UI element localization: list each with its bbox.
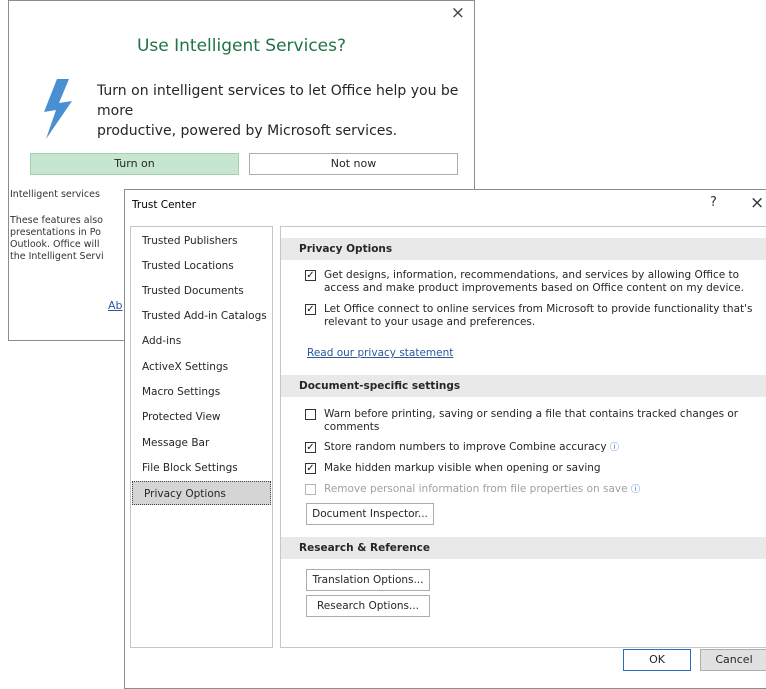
checkbox[interactable]: ✓ [305,463,316,474]
research-reference-header: Research & Reference [281,537,766,559]
features-line: These features also [10,215,103,226]
checkbox[interactable]: ✓ [305,442,316,453]
turn-on-button[interactable]: Turn on [30,153,239,175]
sidebar-item-trusted-documents[interactable]: Trusted Documents [131,279,272,303]
help-icon[interactable]: ? [710,195,717,210]
cancel-button[interactable]: Cancel [700,649,766,671]
info-icon[interactable]: ⓘ [610,443,619,453]
dialog-lead-text: Turn on intelligent services to let Offi… [97,83,459,139]
lightning-bolt-icon [44,79,72,139]
dialog-title: Use Intelligent Services? [136,36,347,56]
ok-button[interactable]: OK [623,649,691,671]
checkbox[interactable] [305,409,316,420]
presentations-line: presentations in Po [10,227,101,238]
sidebar-item-trusted-publishers[interactable]: Trusted Publishers [131,229,272,253]
sidebar-item-add-ins[interactable]: Add-ins [131,329,272,353]
sidebar-item-message-bar[interactable]: Message Bar [131,431,272,455]
sidebar-item-protected-view[interactable]: Protected View [131,405,272,429]
close-icon[interactable]: × [451,3,465,23]
document-settings-header: Document-specific settings [281,375,766,397]
sidebar-item-file-block-settings[interactable]: File Block Settings [131,456,272,480]
intelligent-line: the Intelligent Servi [10,251,104,262]
privacy-options-header: Privacy Options [281,238,766,260]
sidebar-item-privacy-options[interactable]: Privacy Options [132,481,271,505]
checkbox [305,484,316,495]
privacy-statement-link[interactable]: Read our privacy statement [307,347,453,359]
sidebar-nav: Trusted Publishers Trusted Locations Tru… [130,226,273,648]
document-inspector-button[interactable]: Document Inspector... [306,503,434,525]
sidebar-item-trusted-add-in-catalogs[interactable]: Trusted Add-in Catalogs [131,304,272,328]
about-link[interactable]: Ab [108,299,123,312]
outlook-line: Outlook. Office will [10,239,100,250]
close-icon[interactable]: × [750,193,764,213]
not-now-button[interactable]: Not now [249,153,458,175]
dialog-title: Trust Center [132,199,197,211]
trust-center-dialog: Trust Center ? × Trusted Publishers Trus… [124,189,766,689]
sidebar-item-trusted-locations[interactable]: Trusted Locations [131,254,272,278]
services-description: Intelligent services [10,189,100,200]
research-options-button[interactable]: Research Options... [306,595,430,617]
info-icon[interactable]: ⓘ [631,485,640,495]
checkbox[interactable]: ✓ [305,304,316,315]
checkbox[interactable]: ✓ [305,270,316,281]
sidebar-item-macro-settings[interactable]: Macro Settings [131,380,272,404]
translation-options-button[interactable]: Translation Options... [306,569,430,591]
settings-panel: Privacy Options ✓ Get designs, informati… [280,226,766,648]
sidebar-item-activex-settings[interactable]: ActiveX Settings [131,355,272,379]
